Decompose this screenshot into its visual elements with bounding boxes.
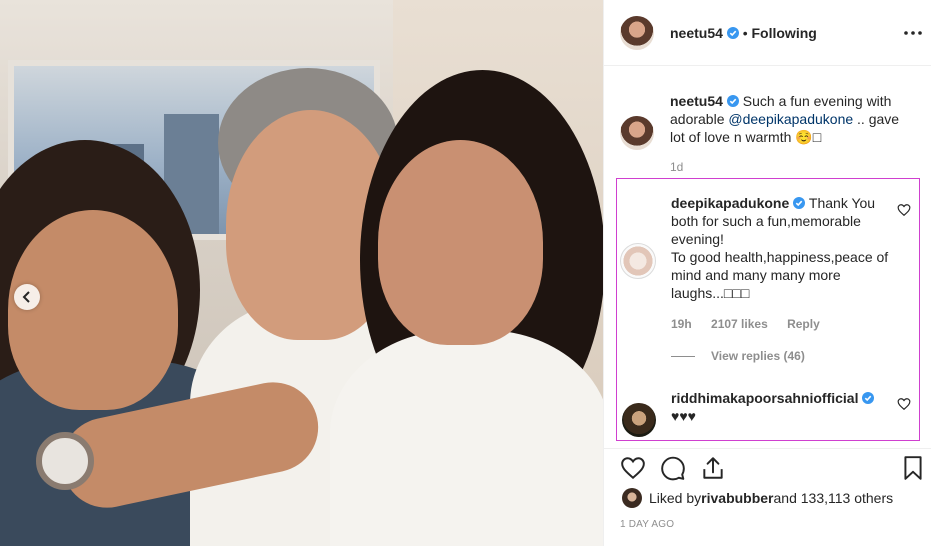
view-replies-button[interactable]: View replies (46) <box>671 349 805 363</box>
comment-text-line2: both for such a fun,memorable evening! <box>671 213 861 247</box>
liked-by-prefix: Liked by <box>649 490 702 506</box>
liked-by-suffix[interactable]: and 133,113 others <box>774 490 894 506</box>
share-icon[interactable] <box>700 455 726 481</box>
comment-meta: 19h 2107 likes Reply <box>671 317 836 331</box>
verified-badge-icon <box>726 95 739 107</box>
follow-separator: • <box>742 25 748 41</box>
comment-text-line1: Thank You <box>805 195 876 211</box>
carousel-prev-button[interactable] <box>14 284 40 310</box>
heart-icon[interactable] <box>897 203 911 217</box>
comment-text: ♥♥♥ <box>671 408 696 424</box>
bookmark-icon[interactable] <box>900 455 926 481</box>
caption-author-username[interactable]: neetu54 <box>670 93 723 109</box>
comment-username[interactable]: riddhimakapoorsahniofficial <box>671 390 858 406</box>
comment-time[interactable]: 19h <box>671 317 692 331</box>
following-button[interactable]: Following <box>752 25 817 41</box>
comment-avatar-deepika[interactable] <box>620 243 656 279</box>
author-avatar[interactable] <box>620 16 654 50</box>
post-header: neetu54 • Following <box>604 0 931 66</box>
comment-icon[interactable] <box>660 455 686 481</box>
verified-badge-icon <box>793 197 806 209</box>
liked-by-row: Liked by rivabubber and 133,113 others <box>622 488 893 508</box>
comment-likes[interactable]: 2107 likes <box>711 317 768 331</box>
caption-mention-link[interactable]: @deepikapadukone <box>728 111 853 127</box>
liked-by-username[interactable]: rivabubber <box>701 490 773 506</box>
post-photo[interactable] <box>0 0 603 546</box>
photo-watch <box>36 432 94 490</box>
more-options-icon <box>904 31 922 35</box>
photo-person-left-face <box>8 210 178 410</box>
comment-reply-button[interactable]: Reply <box>787 317 820 331</box>
post-actions-bar <box>604 448 931 488</box>
comment-deepika: deepikapadukone Thank You both for such … <box>671 194 893 302</box>
caption-author-avatar[interactable] <box>620 116 654 150</box>
liked-by-avatar[interactable] <box>622 488 642 508</box>
post-caption: neetu54 Such a fun evening with adorable… <box>670 92 910 146</box>
verified-badge-icon <box>862 392 875 404</box>
post-timestamp[interactable]: 1 DAY AGO <box>620 519 674 530</box>
photo-person-right-body <box>330 330 603 546</box>
caption-timestamp[interactable]: 1d <box>670 160 683 174</box>
comment-avatar-riddhima[interactable] <box>622 403 656 437</box>
comment-text-line3: To good health,happiness,peace of mind a… <box>671 249 889 301</box>
post-side-panel: neetu54 • Following neetu54 Such a fun e… <box>603 0 931 546</box>
more-options-button[interactable] <box>902 24 924 42</box>
heart-icon[interactable] <box>897 397 911 411</box>
comment-username[interactable]: deepikapadukone <box>671 195 789 211</box>
author-line: neetu54 • Following <box>670 25 817 41</box>
author-username[interactable]: neetu54 <box>670 25 723 41</box>
verified-badge-icon <box>726 27 739 39</box>
chevron-left-icon <box>22 291 30 303</box>
view-replies-label: View replies (46) <box>711 349 805 363</box>
view-replies-line <box>671 355 695 357</box>
photo-person-right-face <box>378 140 543 345</box>
like-heart-icon[interactable] <box>620 455 646 481</box>
comment-riddhima: riddhimakapoorsahniofficial ♥♥♥ <box>671 389 893 425</box>
